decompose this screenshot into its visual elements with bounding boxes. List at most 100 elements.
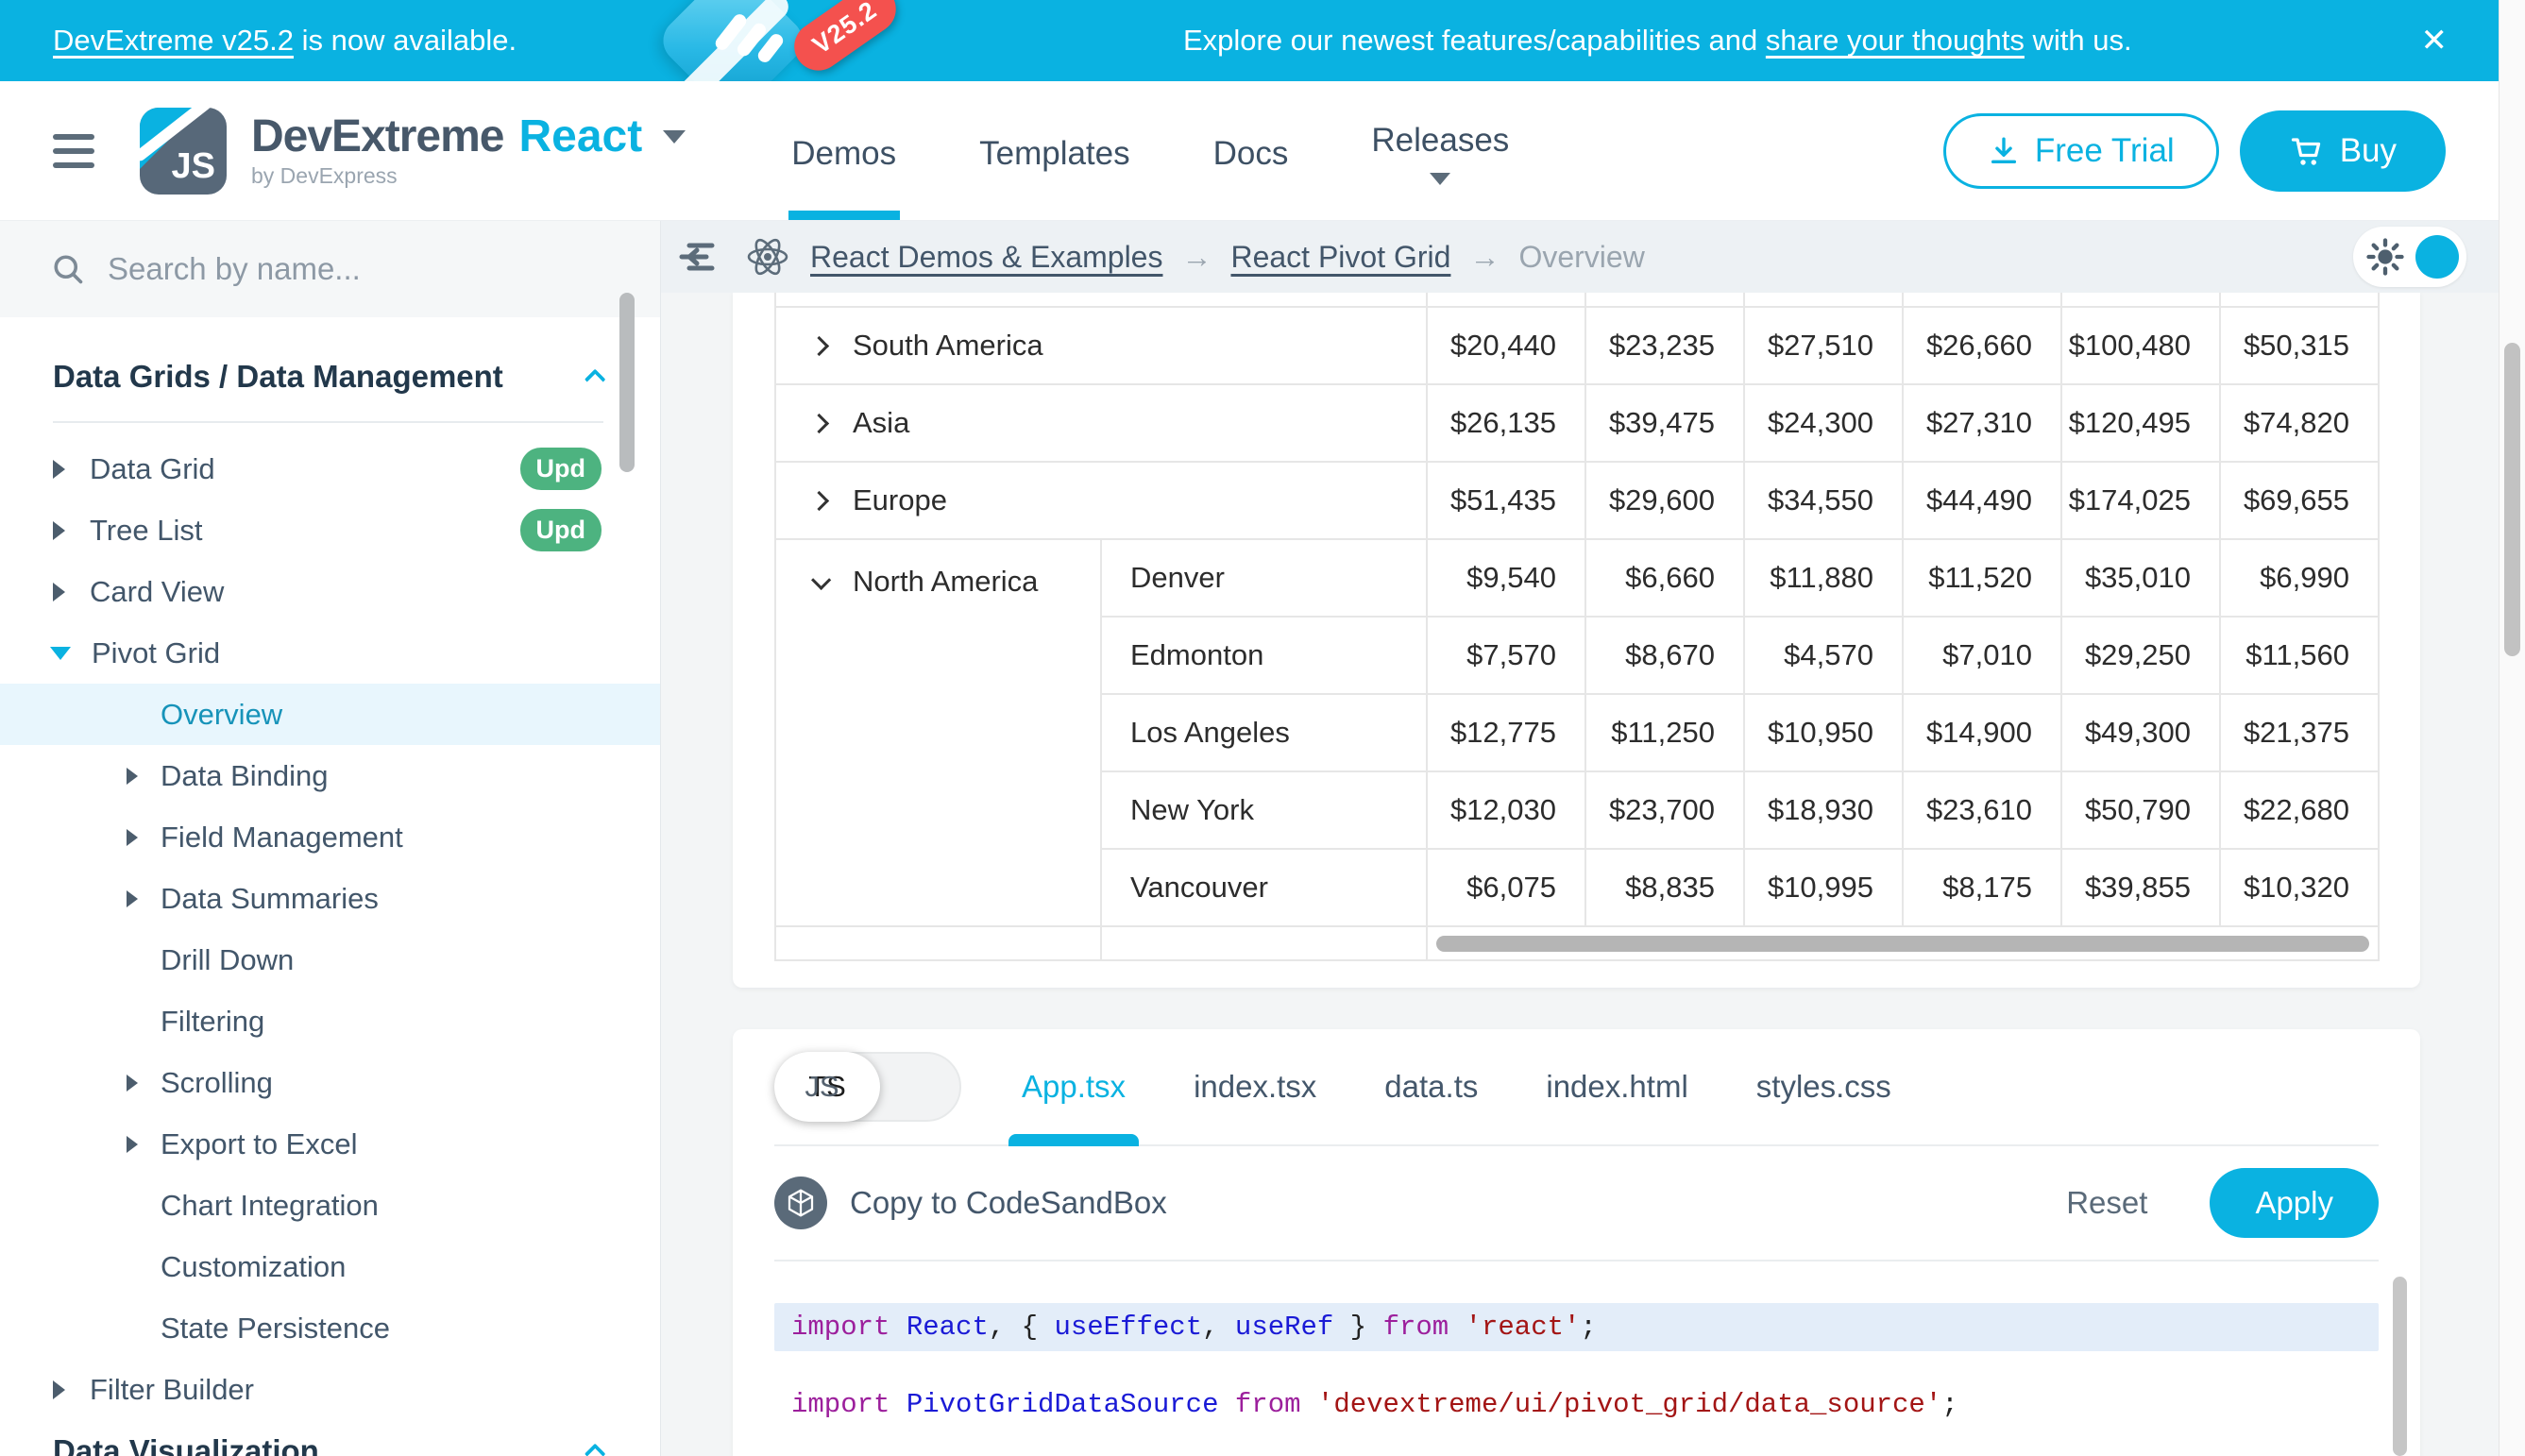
pivot-value-cell[interactable]: $26,660: [1903, 307, 2061, 384]
pivot-value-cell[interactable]: $6,075: [1427, 849, 1585, 926]
pivot-value-cell[interactable]: $27,510: [1744, 307, 1903, 384]
sidebar-subitem-scrolling[interactable]: Scrolling: [0, 1052, 660, 1113]
pivot-value-cell[interactable]: $39,475: [1585, 384, 1744, 462]
pivot-row-label[interactable]: Asia: [775, 384, 1427, 462]
pivot-city-label[interactable]: New York: [1101, 771, 1427, 849]
pivot-row-label[interactable]: South America: [775, 307, 1427, 384]
pivot-value-cell[interactable]: $11,560: [2220, 617, 2379, 694]
pivot-city-label[interactable]: Edmonton: [1101, 617, 1427, 694]
pivot-value-cell[interactable]: $50,790: [2061, 771, 2220, 849]
sidebar-subitem-filtering[interactable]: Filtering: [0, 990, 660, 1052]
banner-release-link[interactable]: DevExtreme v25.2: [53, 24, 294, 57]
lang-option-js[interactable]: JS: [776, 1070, 868, 1104]
sidebar-subitem-drill-down[interactable]: Drill Down: [0, 929, 660, 990]
theme-toggle[interactable]: [2353, 227, 2466, 287]
code-editor[interactable]: import React, { useEffect, useRef } from…: [774, 1261, 2379, 1456]
sidebar-subitem-data-summaries[interactable]: Data Summaries: [0, 868, 660, 929]
pivot-value-cell[interactable]: $74,820: [2220, 384, 2379, 462]
nav-item-templates[interactable]: Templates: [979, 81, 1130, 220]
breadcrumb-link[interactable]: React Demos & Examples: [810, 240, 1162, 275]
reset-button[interactable]: Reset: [2066, 1185, 2147, 1221]
sidebar-scrollbar[interactable]: [619, 293, 635, 472]
pivot-value-cell[interactable]: $8,670: [1585, 617, 1744, 694]
pivot-value-cell[interactable]: $69,655: [2220, 462, 2379, 539]
sidebar-item-card-view[interactable]: Card View: [0, 561, 660, 622]
pivot-value-cell[interactable]: $174,025: [2061, 462, 2220, 539]
tab-index-html[interactable]: index.html: [1546, 1029, 1687, 1144]
expand-chevron-icon[interactable]: [809, 490, 829, 510]
pivot-value-cell[interactable]: $14,900: [1903, 694, 2061, 771]
sidebar-subitem-customization[interactable]: Customization: [0, 1236, 660, 1297]
breadcrumb-link[interactable]: React Pivot Grid: [1230, 240, 1450, 275]
pivot-value-cell[interactable]: $34,550: [1744, 462, 1903, 539]
apply-button[interactable]: Apply: [2210, 1168, 2379, 1238]
pivot-value-cell[interactable]: $39,855: [2061, 849, 2220, 926]
sidebar-subitem-overview[interactable]: Overview: [0, 684, 660, 745]
pivot-city-label[interactable]: Vancouver: [1101, 849, 1427, 926]
pivot-value-cell[interactable]: $11,520: [1903, 539, 2061, 617]
nav-item-demos[interactable]: Demos: [791, 81, 896, 220]
pivot-region-label[interactable]: North America: [775, 539, 1101, 926]
collapse-chevron-icon[interactable]: [811, 569, 831, 589]
pivot-value-cell[interactable]: $44,490: [1903, 462, 2061, 539]
language-toggle[interactable]: TSJS: [774, 1052, 961, 1122]
close-icon[interactable]: ✕: [2421, 25, 2449, 57]
tab-data-ts[interactable]: data.ts: [1384, 1029, 1478, 1144]
page-scrollbar-thumb[interactable]: [2504, 343, 2520, 656]
pivot-value-cell[interactable]: $29,600: [1585, 462, 1744, 539]
pivot-value-cell[interactable]: $8,175: [1903, 849, 2061, 926]
sidebar-item-tree-list[interactable]: Tree ListUpd: [0, 499, 660, 561]
pivot-value-cell[interactable]: $23,610: [1903, 771, 2061, 849]
pivot-value-cell[interactable]: $10,320: [2220, 849, 2379, 926]
pivot-value-cell[interactable]: $6,660: [1585, 539, 1744, 617]
pivot-value-cell[interactable]: $100,480: [2061, 307, 2220, 384]
share-thoughts-link[interactable]: share your thoughts: [1766, 24, 2025, 57]
nav-item-releases[interactable]: Releases: [1371, 81, 1509, 220]
pivot-row-label[interactable]: Europe: [775, 462, 1427, 539]
pivot-value-cell[interactable]: $6,990: [2220, 539, 2379, 617]
buy-button[interactable]: Buy: [2240, 110, 2446, 192]
chevron-down-icon[interactable]: [663, 130, 686, 144]
pivot-value-cell[interactable]: $35,010: [2061, 539, 2220, 617]
pivot-value-cell[interactable]: $10,995: [1744, 849, 1903, 926]
tab-app-tsx[interactable]: App.tsx: [1022, 1029, 1126, 1144]
pivot-value-cell[interactable]: $18,930: [1744, 771, 1903, 849]
pivot-value-cell[interactable]: $7,570: [1427, 617, 1585, 694]
pivot-value-cell[interactable]: $49,300: [2061, 694, 2220, 771]
tab-styles-css[interactable]: styles.css: [1756, 1029, 1891, 1144]
sidebar-subitem-state-persistence[interactable]: State Persistence: [0, 1297, 660, 1359]
sidebar-subitem-field-management[interactable]: Field Management: [0, 806, 660, 868]
search-input[interactable]: [108, 251, 561, 287]
pivot-value-cell[interactable]: $22,680: [2220, 771, 2379, 849]
codesandbox-icon[interactable]: [774, 1177, 827, 1229]
sidebar-subitem-export-to-excel[interactable]: Export to Excel: [0, 1113, 660, 1175]
sidebar-item-pivot-grid[interactable]: Pivot Grid: [0, 622, 660, 684]
expand-chevron-icon[interactable]: [809, 413, 829, 432]
pivot-value-cell[interactable]: $20,440: [1427, 307, 1585, 384]
pivot-value-cell[interactable]: $23,235: [1585, 307, 1744, 384]
pivot-city-label[interactable]: Denver: [1101, 539, 1427, 617]
pivot-value-cell[interactable]: $50,315: [2220, 307, 2379, 384]
free-trial-button[interactable]: Free Trial: [1943, 113, 2219, 189]
pivot-value-cell[interactable]: $29,250: [2061, 617, 2220, 694]
pivot-value-cell[interactable]: $26,135: [1427, 384, 1585, 462]
pivot-value-cell[interactable]: $51,435: [1427, 462, 1585, 539]
sidebar-subitem-chart-integration[interactable]: Chart Integration: [0, 1175, 660, 1236]
pivot-value-cell[interactable]: $12,775: [1427, 694, 1585, 771]
pivot-value-cell[interactable]: $11,880: [1744, 539, 1903, 617]
hamburger-menu-icon[interactable]: [53, 126, 98, 177]
pivot-value-cell[interactable]: $27,310: [1903, 384, 2061, 462]
code-scrollbar[interactable]: [2393, 1277, 2407, 1456]
pivot-value-cell[interactable]: $120,495: [2061, 384, 2220, 462]
copy-to-codesandbox-link[interactable]: Copy to CodeSandBox: [850, 1185, 1167, 1221]
section-header-data-visualization[interactable]: Data Visualization: [0, 1420, 660, 1456]
section-header-data-grids-data-management[interactable]: Data Grids / Data Management: [0, 346, 660, 408]
pivot-value-cell[interactable]: $11,250: [1585, 694, 1744, 771]
brand-block[interactable]: DevExtreme React by DevExpress: [251, 114, 686, 187]
collapse-sidebar-icon[interactable]: [676, 238, 720, 276]
expand-chevron-icon[interactable]: [809, 335, 829, 355]
pivot-value-cell[interactable]: $9,540: [1427, 539, 1585, 617]
pivot-value-cell[interactable]: $4,570: [1744, 617, 1903, 694]
js-logo[interactable]: JS: [140, 108, 227, 195]
pivot-value-cell[interactable]: $8,835: [1585, 849, 1744, 926]
